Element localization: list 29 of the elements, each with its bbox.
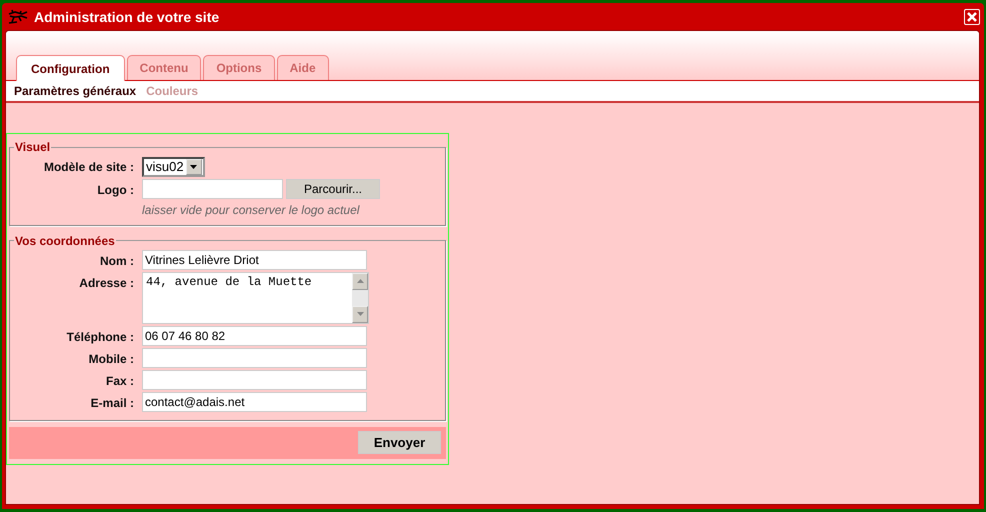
field-label: Fax : (104, 372, 134, 390)
field-label: E-mail : (90, 394, 134, 412)
field-label: Nom : (99, 252, 134, 270)
field-label: Mobile : (88, 350, 134, 368)
subnav-link[interactable]: Paramètres généraux (14, 84, 136, 98)
fieldset-legend: Visuel (14, 140, 52, 154)
scrollbar[interactable] (352, 272, 368, 322)
text-field[interactable]: contact@adais.net (142, 392, 367, 412)
submit-button[interactable]: Envoyer (358, 431, 441, 454)
window-title: Administration de votre site (34, 8, 220, 24)
field-label: Adresse : (78, 274, 134, 292)
tab[interactable]: Configuration (16, 55, 125, 81)
model-select[interactable]: visu02 (142, 156, 205, 176)
field-label: Téléphone : (66, 328, 134, 346)
scroll-down-icon[interactable] (352, 306, 368, 322)
text-field[interactable] (142, 370, 367, 390)
hint-text: laisser vide pour conserver le logo actuel (142, 202, 361, 216)
text-field[interactable]: 06 07 46 80 82 (142, 326, 367, 346)
address-textarea[interactable]: 44, avenue de la Muette (142, 272, 369, 324)
logo-input[interactable] (142, 178, 283, 198)
field-label: Logo : (96, 182, 134, 198)
field-label: Modèle de site : (42, 159, 134, 176)
text-field[interactable] (142, 348, 367, 368)
close-button[interactable] (964, 8, 980, 24)
fieldset-legend: Vos coordonnées (14, 234, 116, 248)
text-field[interactable]: Vitrines Lelièvre Driot (142, 250, 367, 270)
browse-button[interactable]: Parcourir... (286, 178, 380, 198)
scroll-up-icon[interactable] (352, 272, 368, 290)
lizard-icon (7, 8, 29, 24)
